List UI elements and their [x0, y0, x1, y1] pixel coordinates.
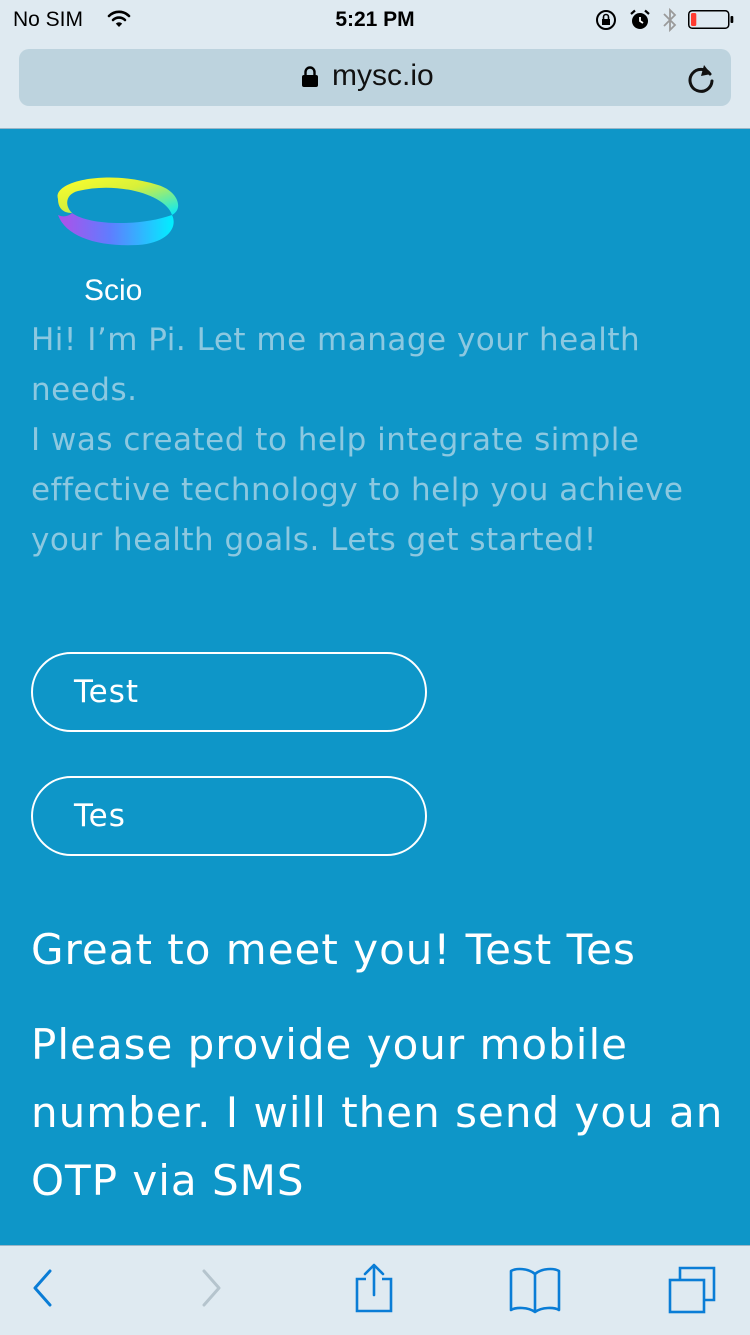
forward-icon[interactable] — [198, 1266, 224, 1314]
share-icon[interactable] — [352, 1262, 396, 1318]
intro-message: Hi! I’m Pi. Let me manage your health ne… — [31, 315, 731, 565]
battery-icon — [688, 10, 734, 29]
browser-top-chrome: No SIM 5:21 PM mysc.io — [0, 0, 750, 129]
first-name-input[interactable]: Test — [31, 652, 427, 732]
chat-content: Scio Hi! I’m Pi. Let me manage your heal… — [0, 129, 750, 1245]
bluetooth-icon — [662, 7, 678, 38]
mobile-number-prompt: Please provide your mobile number. I wil… — [31, 1020, 724, 1205]
intro-line: Hi! I’m Pi. Let me manage your health ne… — [31, 322, 641, 408]
rotation-lock-icon — [594, 9, 618, 36]
bookmarks-icon[interactable] — [508, 1266, 562, 1318]
status-bar: No SIM 5:21 PM — [0, 0, 750, 40]
last-name-input[interactable]: Tes — [31, 776, 427, 856]
url-text: mysc.io — [332, 59, 434, 92]
brand-name: Scio — [84, 274, 143, 307]
intro-line: I was created to help integrate simple e… — [31, 422, 684, 558]
browser-toolbar — [0, 1245, 750, 1335]
lock-icon — [301, 66, 319, 92]
scio-logo — [48, 175, 182, 249]
address-bar[interactable]: mysc.io — [19, 49, 731, 106]
back-icon[interactable] — [30, 1266, 56, 1314]
tabs-icon[interactable] — [666, 1264, 720, 1320]
greeting-message: Great to meet you! Test Tes — [31, 925, 636, 974]
alarm-icon — [628, 8, 652, 37]
reload-icon[interactable] — [686, 62, 716, 98]
